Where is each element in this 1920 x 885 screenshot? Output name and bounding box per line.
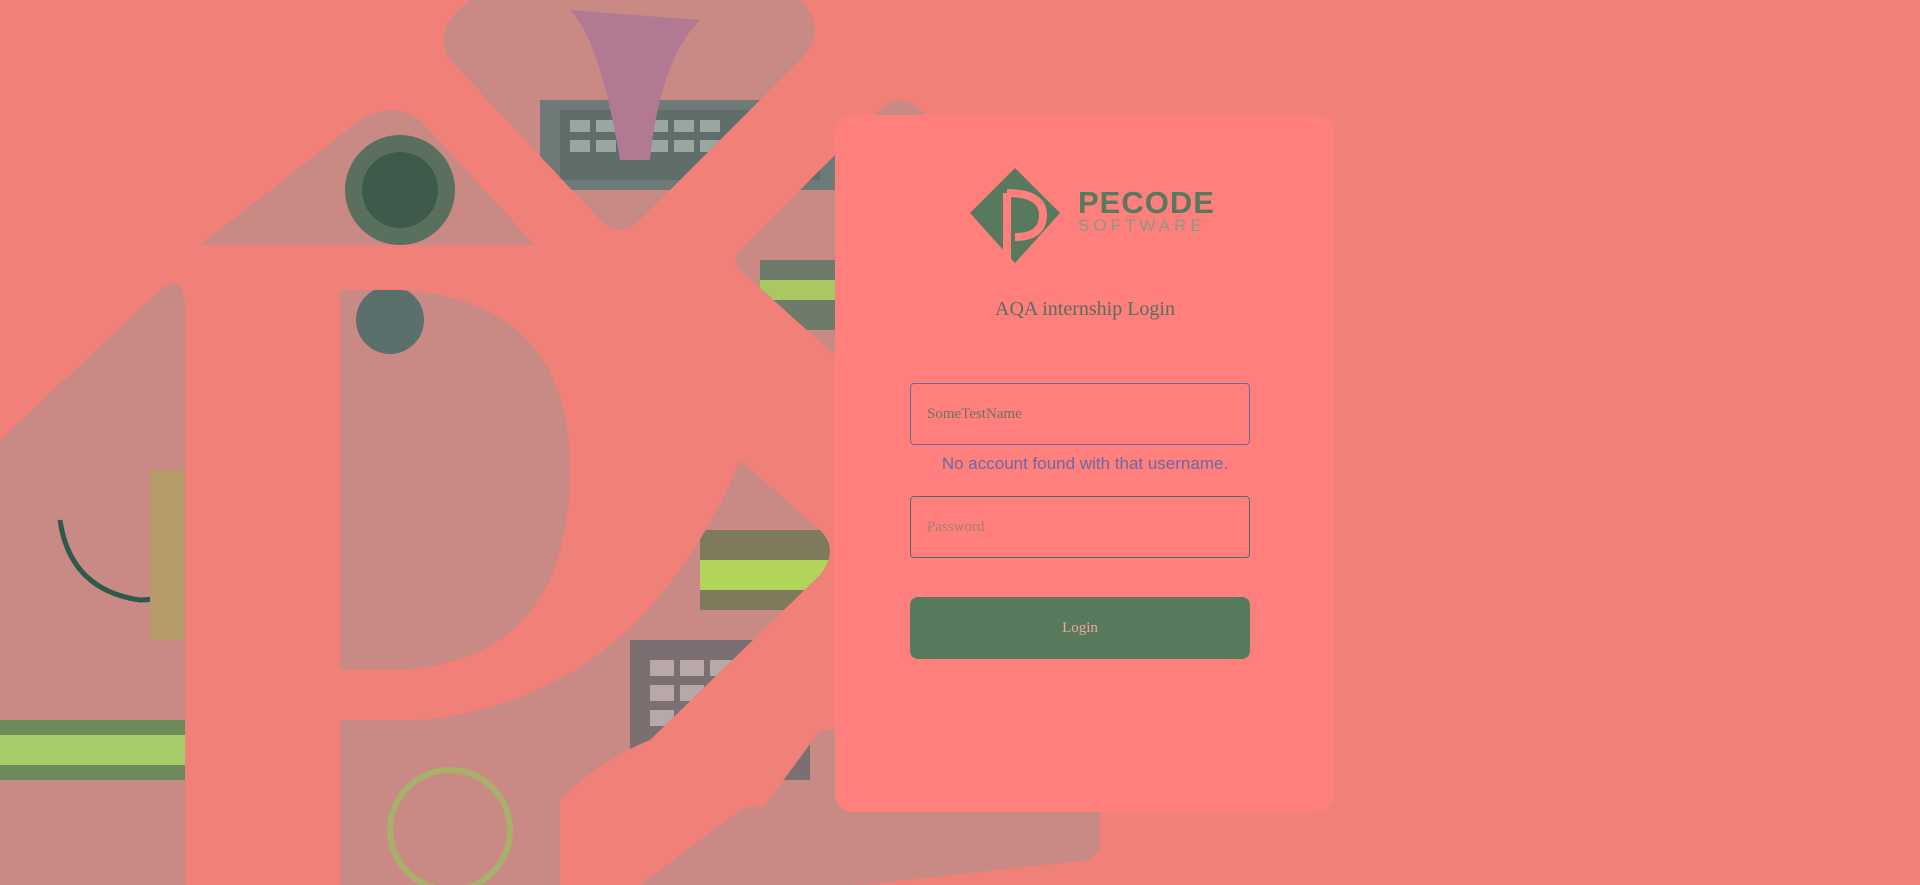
login-button[interactable]: Login <box>910 597 1250 659</box>
login-title: AQA internship Login <box>995 298 1175 320</box>
username-error-message: No account found with that username. <box>941 454 1229 473</box>
pecode-diamond-logo-icon <box>970 168 1060 263</box>
login-card: PECODE SOFTWARE AQA internship Login No … <box>835 115 1335 812</box>
brand-name-bottom: SOFTWARE <box>1078 216 1206 235</box>
brand-name-top: PECODE <box>1078 185 1215 220</box>
username-input[interactable] <box>910 383 1250 445</box>
password-input[interactable] <box>910 496 1250 558</box>
pecode-software-logo: PECODE SOFTWARE <box>970 168 1215 263</box>
